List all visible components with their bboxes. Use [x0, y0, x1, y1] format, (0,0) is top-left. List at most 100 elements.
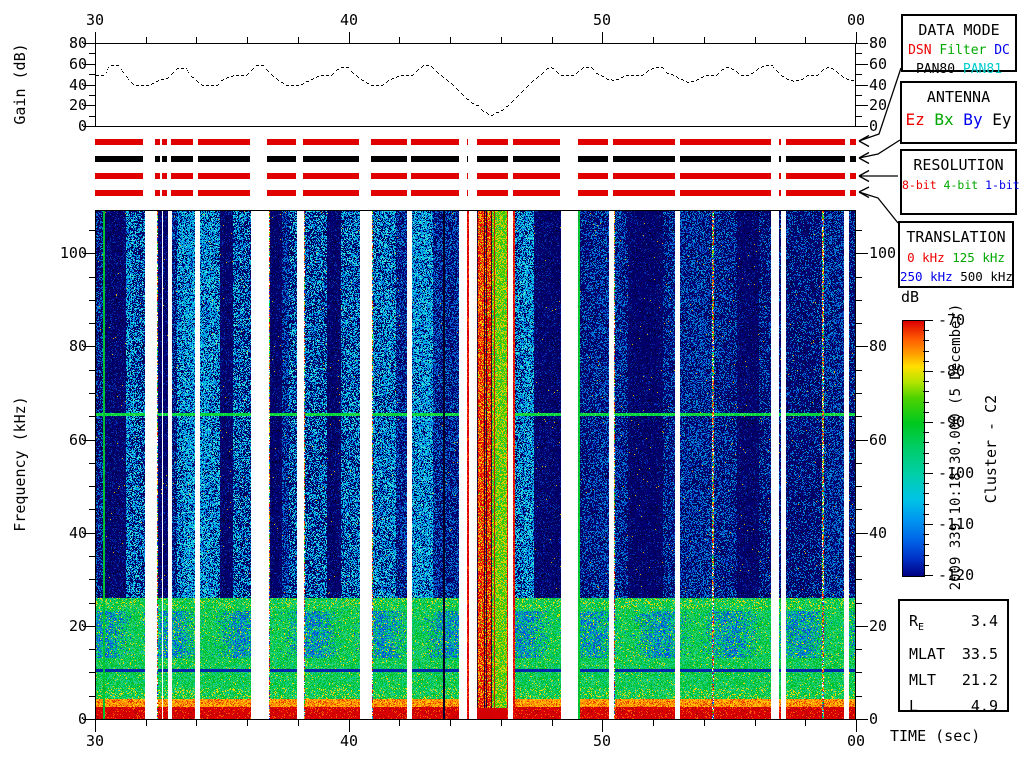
tick-mark [247, 37, 248, 43]
tick-label: 0 [869, 117, 879, 135]
tick-label: 80 [68, 337, 87, 355]
tick-mark [89, 95, 95, 96]
tick-mark [805, 37, 806, 43]
tick-mark [89, 603, 95, 604]
tick-mark [450, 720, 451, 726]
tick-label: -110 [938, 515, 975, 533]
tick-mark [602, 32, 603, 43]
tick-mark [856, 440, 868, 441]
tick-mark [755, 720, 756, 726]
tick-mark [923, 391, 929, 392]
tick-mark [298, 720, 299, 726]
tick-mark [89, 300, 95, 301]
tick-mark [704, 37, 705, 43]
tick-mark [89, 649, 95, 650]
tick-mark [923, 432, 929, 433]
tick-label: 80 [68, 34, 87, 52]
tick-mark [89, 486, 95, 487]
tick-mark [89, 556, 95, 557]
tick-mark [805, 720, 806, 726]
tick-label: 20 [869, 617, 888, 635]
tick-mark [923, 544, 929, 545]
tick-mark [755, 37, 756, 43]
tick-mark [89, 53, 95, 54]
tick-label: 60 [869, 55, 888, 73]
tick-mark [923, 442, 929, 443]
tick-mark [349, 32, 350, 43]
tick-mark [923, 340, 929, 341]
tick-mark [247, 720, 248, 726]
tick-mark [856, 105, 868, 106]
tick-mark [399, 720, 400, 726]
tick-mark [146, 720, 147, 726]
tick-mark [923, 534, 929, 535]
tick-mark [856, 32, 857, 43]
tick-mark [399, 37, 400, 43]
tick-label: 80 [869, 337, 888, 355]
tick-label: 40 [68, 76, 87, 94]
tick-mark [856, 85, 868, 86]
tick-label: 40 [68, 524, 87, 542]
tick-mark [196, 37, 197, 43]
tick-mark [923, 575, 933, 576]
wbd-plot-page: Gain (dB) Frequency (kHz) dB DATA MODE D… [0, 0, 1024, 768]
tick-mark [923, 565, 929, 566]
tick-label: 0 [869, 710, 879, 728]
tick-label: 20 [68, 96, 87, 114]
tick-label: 40 [339, 732, 359, 750]
tick-label: -80 [938, 362, 966, 380]
tick-mark [923, 381, 929, 382]
tick-mark [923, 330, 929, 331]
tick-mark [856, 53, 862, 54]
tick-mark [196, 720, 197, 726]
axis-ticks-layer: 30 40 50 00 0 0 20 20 40 40 60 60 80 80 0 0 20 20 40 40 60 60… [0, 0, 1024, 768]
tick-label: 60 [68, 55, 87, 73]
tick-mark [856, 556, 862, 557]
tick-mark [856, 74, 862, 75]
tick-mark [856, 277, 862, 278]
tick-label: 20 [869, 96, 888, 114]
tick-mark [856, 95, 862, 96]
tick-label: 20 [68, 617, 87, 635]
tick-mark [89, 416, 95, 417]
tick-label: 60 [869, 431, 888, 449]
tick-mark [89, 463, 95, 464]
tick-mark [856, 323, 862, 324]
tick-mark [923, 483, 929, 484]
tick-mark [923, 371, 933, 372]
tick-mark [856, 719, 868, 720]
tick-mark [89, 116, 95, 117]
tick-mark [298, 37, 299, 43]
tick-mark [146, 37, 147, 43]
tick-mark [89, 672, 95, 673]
tick-mark [89, 74, 95, 75]
tick-mark [856, 626, 868, 627]
tick-mark [856, 463, 862, 464]
tick-mark [552, 37, 553, 43]
tick-label: 60 [68, 431, 87, 449]
tick-label: 0 [77, 710, 87, 728]
tick-mark [856, 579, 862, 580]
tick-label: 50 [592, 11, 612, 29]
tick-mark [95, 720, 96, 732]
tick-label: 0 [77, 117, 87, 135]
tick-mark [923, 402, 929, 403]
tick-mark [923, 524, 933, 525]
tick-mark [450, 37, 451, 43]
tick-mark [856, 533, 868, 534]
tick-mark [856, 416, 862, 417]
tick-label: 50 [592, 732, 612, 750]
tick-mark [89, 509, 95, 510]
tick-mark [501, 37, 502, 43]
tick-label: -70 [938, 311, 966, 329]
tick-label: 00 [846, 11, 866, 29]
tick-label: 00 [846, 732, 866, 750]
tick-label: 40 [869, 524, 888, 542]
tick-mark [923, 320, 933, 321]
tick-label: -100 [938, 464, 975, 482]
tick-mark [856, 116, 862, 117]
tick-label: 40 [869, 76, 888, 94]
tick-mark [95, 32, 96, 43]
tick-mark [856, 696, 862, 697]
tick-mark [856, 720, 857, 732]
